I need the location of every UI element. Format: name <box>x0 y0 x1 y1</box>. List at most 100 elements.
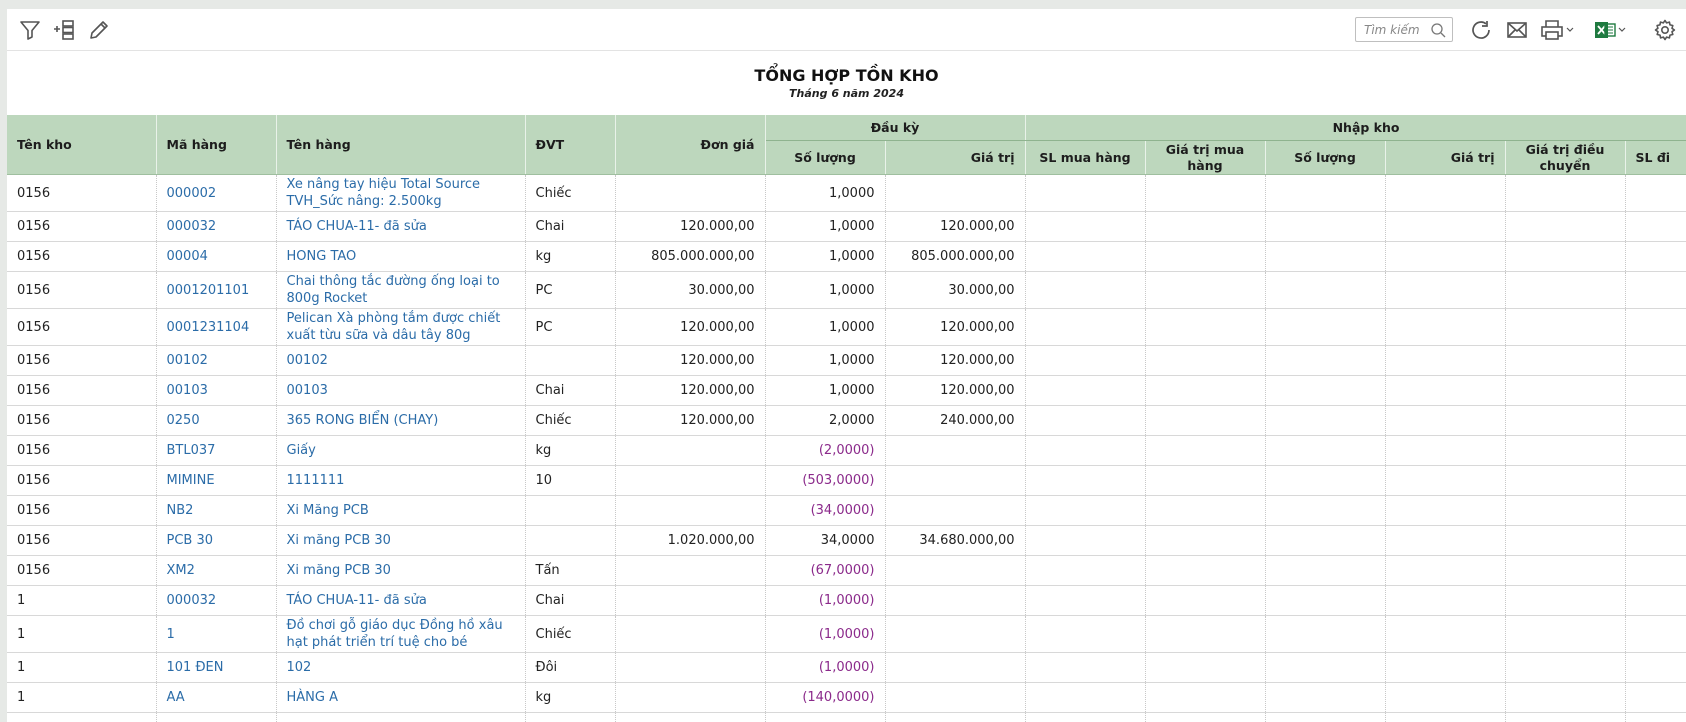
cell-dau-ky-gia-tri <box>885 465 1026 496</box>
cell-nhap-gia-tri <box>1385 174 1506 212</box>
cell-ten-hang[interactable]: Đồ chơi gỗ giáo dục Đồng hồ xâu hạt phát… <box>276 615 526 653</box>
cell-ten-hang[interactable]: 1111111 <box>276 465 526 496</box>
table-row[interactable]: 0156 BTL037 Giấy kg (2,0000) <box>7 435 1686 466</box>
col-header-gia-tri-dieu-chuyen[interactable]: Giá trị điều chuyển <box>1505 140 1626 175</box>
cell-ma-hang[interactable]: PCB 30 <box>156 525 277 556</box>
cell-ten-hang[interactable]: Chai thông tắc đường ống loại to 800g Ro… <box>276 271 526 309</box>
cell-ten-hang[interactable]: Xi măng PCB 30 <box>276 525 526 556</box>
table-row[interactable]: 1 101 ĐEN 102 Đôi (1,0000) <box>7 652 1686 683</box>
col-header-sl-dieu[interactable]: SL đi <box>1625 140 1686 175</box>
cell-ten-hang[interactable]: TÁO CHUA-11- đã sửa <box>276 585 526 616</box>
cell-ten-kho: 0156 <box>7 555 157 586</box>
cell-ten-hang[interactable] <box>276 712 526 722</box>
cell-ma-hang[interactable]: 000032 <box>156 211 277 242</box>
cell-gia-tri-dieu-chuyen <box>1505 241 1626 272</box>
inventory-grid[interactable]: Tên kho Mã hàng Tên hàng ĐVT Đơn giá Đầu… <box>7 115 1686 722</box>
refresh-icon[interactable] <box>1469 18 1493 42</box>
search-input[interactable] <box>1364 21 1430 38</box>
table-row[interactable]: 0156 00102 00102 120.000,00 1,0000 120.000,00 <box>7 345 1686 376</box>
cell-ten-hang[interactable]: 00103 <box>276 375 526 406</box>
col-header-don-gia[interactable]: Đơn giá <box>615 115 766 175</box>
table-row[interactable]: 0156 00004 HONG TAO kg 805.000.000,00 1,0000 8… <box>7 241 1686 272</box>
cell-ma-hang[interactable]: 1 <box>156 615 277 653</box>
table-row[interactable]: 1 1 Đồ chơi gỗ giáo dục Đồng hồ xâu hạt ph… <box>7 615 1686 653</box>
cell-ma-hang[interactable]: 101 ĐEN <box>156 652 277 683</box>
col-header-ten-kho[interactable]: Tên kho <box>7 115 157 175</box>
col-header-gia-tri-mua-hang[interactable]: Giá trị mua hàng <box>1145 140 1266 175</box>
cell-ten-hang[interactable]: 00102 <box>276 345 526 376</box>
col-header-dau-ky-gia-tri[interactable]: Giá trị <box>885 140 1026 175</box>
table-row[interactable] <box>7 712 1686 722</box>
cell-dau-ky-so-luong: (1,0000) <box>765 615 886 653</box>
table-row[interactable]: 0156 0001231104 Pelican Xà phòng tắm được … <box>7 308 1686 346</box>
cell-sl-dieu <box>1625 465 1686 496</box>
gear-icon[interactable] <box>1653 18 1677 42</box>
cell-sl-dieu <box>1625 174 1686 212</box>
cell-ma-hang[interactable]: XM2 <box>156 555 277 586</box>
add-row-icon[interactable] <box>52 18 76 42</box>
cell-ten-kho: 0156 <box>7 241 157 272</box>
cell-ten-hang[interactable]: Xe nâng tay hiệu Total Source TVH_Sức nâ… <box>276 174 526 212</box>
col-header-nhap-gia-tri[interactable]: Giá trị <box>1385 140 1506 175</box>
cell-ten-hang[interactable]: HONG TAO <box>276 241 526 272</box>
cell-ma-hang[interactable]: 00004 <box>156 241 277 272</box>
cell-ten-hang[interactable]: 365 RONG BIỂN (CHAY) <box>276 405 526 436</box>
cell-ma-hang[interactable]: MIMINE <box>156 465 277 496</box>
toolbar <box>7 9 1686 51</box>
cell-ma-hang[interactable]: 0250 <box>156 405 277 436</box>
cell-ma-hang[interactable]: NB2 <box>156 495 277 526</box>
cell-nhap-so-luong <box>1265 375 1386 406</box>
edit-icon[interactable] <box>87 18 111 42</box>
col-header-dau-ky-so-luong[interactable]: Số lượng <box>765 140 886 175</box>
table-row[interactable]: 0156 00103 00103 Chai 120.000,00 1,0000 120.00… <box>7 375 1686 406</box>
col-header-nhap-so-luong[interactable]: Số lượng <box>1265 140 1386 175</box>
table-row[interactable]: 0156 000032 TÁO CHUA-11- đã sửa Chai 120.000… <box>7 211 1686 242</box>
cell-ma-hang[interactable]: 000032 <box>156 585 277 616</box>
cell-ten-hang[interactable]: 102 <box>276 652 526 683</box>
table-row[interactable]: 0156 000002 Xe nâng tay hiệu Total Source … <box>7 174 1686 212</box>
cell-ten-hang[interactable]: Xi Măng PCB <box>276 495 526 526</box>
cell-ten-hang[interactable]: HÀNG A <box>276 682 526 713</box>
cell-ten-hang[interactable]: TÁO CHUA-11- đã sửa <box>276 211 526 242</box>
cell-ma-hang[interactable]: 000002 <box>156 174 277 212</box>
mail-icon[interactable] <box>1505 18 1529 42</box>
cell-gia-tri-dieu-chuyen <box>1505 345 1626 376</box>
col-header-ten-hang[interactable]: Tên hàng <box>276 115 526 175</box>
cell-ten-hang[interactable]: Xi măng PCB 30 <box>276 555 526 586</box>
cell-gia-tri-mua-hang <box>1145 495 1266 526</box>
filter-icon[interactable] <box>18 18 42 42</box>
cell-ten-hang[interactable]: Giấy <box>276 435 526 466</box>
cell-ma-hang[interactable]: BTL037 <box>156 435 277 466</box>
report-subtitle: Tháng 6 năm 2024 <box>789 87 904 100</box>
cell-don-gia <box>615 174 766 212</box>
cell-gia-tri-dieu-chuyen <box>1505 495 1626 526</box>
table-row[interactable]: 0156 XM2 Xi măng PCB 30 Tấn (67,0000) <box>7 555 1686 586</box>
cell-ma-hang[interactable]: AA <box>156 682 277 713</box>
cell-gia-tri-dieu-chuyen <box>1505 435 1626 466</box>
cell-ma-hang[interactable] <box>156 712 277 722</box>
table-row[interactable]: 0156 PCB 30 Xi măng PCB 30 1.020.000,00 34,0… <box>7 525 1686 556</box>
cell-gia-tri-mua-hang <box>1145 682 1266 713</box>
cell-ma-hang[interactable]: 00102 <box>156 345 277 376</box>
search-icon[interactable] <box>1430 22 1446 38</box>
col-header-ma-hang[interactable]: Mã hàng <box>156 115 277 175</box>
cell-ma-hang[interactable]: 0001231104 <box>156 308 277 346</box>
col-header-sl-mua-hang[interactable]: SL mua hàng <box>1025 140 1146 175</box>
print-icon[interactable] <box>1540 18 1576 42</box>
table-row[interactable]: 1 AA HÀNG Akg (140,0000) <box>7 682 1686 713</box>
cell-ma-hang[interactable]: 00103 <box>156 375 277 406</box>
cell-don-gia <box>615 435 766 466</box>
table-row[interactable]: 0156 NB2 Xi Măng PCB (34,0000) <box>7 495 1686 526</box>
table-row[interactable]: 0156 0250 365 RONG BIỂN (CHAY) Chiếc 120.000… <box>7 405 1686 436</box>
report-panel: TỔNG HỢP TỒN KHO Tháng 6 năm 2024 Tên kh… <box>7 9 1686 722</box>
cell-ma-hang[interactable]: 0001201101 <box>156 271 277 309</box>
cell-nhap-so-luong <box>1265 712 1386 722</box>
cell-dau-ky-gia-tri <box>885 682 1026 713</box>
cell-ten-hang[interactable]: Pelican Xà phòng tắm được chiết xuất từu… <box>276 308 526 346</box>
table-row[interactable]: 1 000032 TÁO CHUA-11- đã sửa Chai (1,0000) <box>7 585 1686 616</box>
table-row[interactable]: 0156 MIMINE 1111111 10 (503,0000) <box>7 465 1686 496</box>
col-header-dvt[interactable]: ĐVT <box>525 115 616 175</box>
table-row[interactable]: 0156 0001201101 Chai thông tắc đường ống l… <box>7 271 1686 309</box>
excel-export-icon[interactable] <box>1593 18 1629 42</box>
search-box[interactable] <box>1355 17 1453 42</box>
